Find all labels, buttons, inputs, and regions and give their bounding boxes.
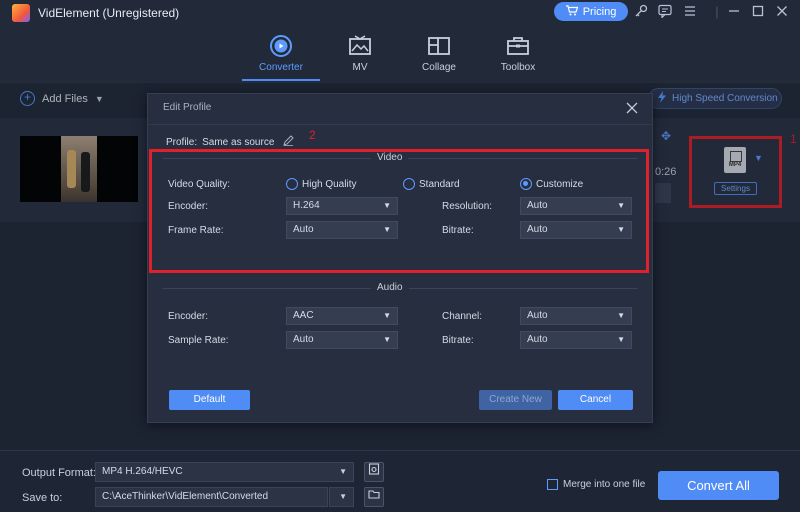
audio-encoder-select[interactable]: AAC ▼ <box>286 307 398 325</box>
save-to-path[interactable]: C:\AceThinker\VidElement\Converted <box>95 487 328 507</box>
default-button[interactable]: Default <box>169 390 250 410</box>
tab-collage-label: Collage <box>422 62 456 73</box>
tab-toolbox[interactable]: Toolbox <box>478 34 558 78</box>
radio-standard[interactable]: Standard <box>403 178 460 190</box>
app-window: VidElement (Unregistered) Pricing | Conv… <box>0 0 800 512</box>
audio-encoder-value: AAC <box>293 310 314 321</box>
video-quality-label: Video Quality: <box>168 179 231 190</box>
dialog-header-divider <box>148 124 652 125</box>
chevron-down-icon: ▼ <box>617 225 625 234</box>
tab-collage[interactable]: Collage <box>399 34 479 78</box>
frame-rate-label: Frame Rate: <box>168 225 224 236</box>
audio-bitrate-value: Auto <box>527 334 548 345</box>
frame-rate-select[interactable]: Auto ▼ <box>286 221 398 239</box>
cart-icon <box>565 4 579 19</box>
tab-converter[interactable]: Converter <box>241 34 321 78</box>
edit-pencil-icon[interactable] <box>283 135 295 149</box>
video-encoder-select[interactable]: H.264 ▼ <box>286 197 398 215</box>
save-to-value: C:\AceThinker\VidElement\Converted <box>102 491 269 502</box>
minimize-icon[interactable] <box>726 4 742 20</box>
chevron-down-icon: ▼ <box>617 201 625 210</box>
profile-row: Profile: Same as source <box>166 135 295 149</box>
video-bitrate-label: Bitrate: <box>442 225 474 236</box>
sample-rate-label: Sample Rate: <box>168 335 229 346</box>
video-encoder-label: Encoder: <box>168 201 209 212</box>
output-format-select[interactable]: MP4 H.264/HEVC ▼ <box>95 462 354 482</box>
chevron-down-icon: ▼ <box>617 335 625 344</box>
chevron-down-icon: ▼ <box>339 492 347 501</box>
chevron-down-icon: ▼ <box>383 311 391 320</box>
resolution-select[interactable]: Auto ▼ <box>520 197 632 215</box>
radio-circle[interactable] <box>403 178 415 190</box>
title-bar: VidElement (Unregistered) Pricing | <box>0 0 800 26</box>
folder-icon[interactable] <box>364 487 384 507</box>
active-tab-indicator <box>242 79 320 81</box>
format-settings-icon[interactable] <box>364 462 384 482</box>
radio-customize[interactable]: Customize <box>520 178 583 190</box>
video-bitrate-select[interactable]: Auto ▼ <box>520 221 632 239</box>
radio-customize-label: Customize <box>536 178 584 190</box>
close-icon[interactable] <box>774 4 790 20</box>
audio-encoder-label: Encoder: <box>168 311 209 322</box>
radio-high-quality[interactable]: High Quality <box>286 178 356 190</box>
radio-circle[interactable] <box>286 178 298 190</box>
converter-icon <box>269 34 293 58</box>
audio-bitrate-label: Bitrate: <box>442 335 474 346</box>
output-format-label: Output Format: <box>22 467 96 479</box>
feedback-icon[interactable] <box>657 4 673 20</box>
chevron-down-icon: ▼ <box>383 335 391 344</box>
save-to-dropdown[interactable]: ▼ <box>329 487 354 507</box>
tab-mv[interactable]: MV <box>320 34 400 78</box>
save-to-label: Save to: <box>22 492 63 504</box>
video-bitrate-value: Auto <box>527 224 548 235</box>
pricing-label: Pricing <box>582 5 617 18</box>
title-divider: | <box>715 4 719 19</box>
radio-high-quality-label: High Quality <box>302 178 357 190</box>
annotation-2: 2 <box>309 128 316 142</box>
resolution-value: Auto <box>527 200 548 211</box>
app-logo-icon <box>12 4 30 22</box>
merge-checkbox[interactable]: Merge into one file <box>547 479 645 490</box>
menu-icon[interactable] <box>682 4 698 20</box>
chevron-down-icon: ▼ <box>617 311 625 320</box>
profile-label: Profile: <box>166 136 198 148</box>
tab-mv-label: MV <box>352 62 368 73</box>
collage-icon <box>427 34 451 58</box>
dialog-title: Edit Profile <box>163 102 212 113</box>
chevron-down-icon: ▼ <box>383 225 391 234</box>
pricing-button[interactable]: Pricing <box>554 2 628 21</box>
radio-standard-label: Standard <box>419 178 460 190</box>
maximize-icon[interactable] <box>750 4 766 20</box>
cancel-button[interactable]: Cancel <box>558 390 633 410</box>
toolbox-icon <box>506 34 530 58</box>
audio-section-label: Audio <box>371 282 409 293</box>
sample-rate-value: Auto <box>293 334 314 345</box>
profile-value: Same as source <box>202 136 275 148</box>
dialog-close-icon[interactable] <box>626 98 638 119</box>
create-new-button[interactable]: Create New <box>479 390 552 410</box>
convert-all-button[interactable]: Convert All <box>658 471 779 500</box>
radio-circle-selected[interactable] <box>520 178 532 190</box>
sample-rate-select[interactable]: Auto ▼ <box>286 331 398 349</box>
tab-toolbox-label: Toolbox <box>500 62 536 73</box>
checkbox-box[interactable] <box>547 479 558 490</box>
frame-rate-value: Auto <box>293 224 314 235</box>
edit-profile-dialog: Edit Profile Profile: Same as source 2 V… <box>147 93 653 423</box>
channel-select[interactable]: Auto ▼ <box>520 307 632 325</box>
tab-converter-label: Converter <box>259 62 303 73</box>
chevron-down-icon: ▼ <box>339 467 347 476</box>
merge-label: Merge into one file <box>563 479 646 490</box>
audio-bitrate-select[interactable]: Auto ▼ <box>520 331 632 349</box>
output-format-value: MP4 H.264/HEVC <box>102 466 183 477</box>
app-title: VidElement (Unregistered) <box>38 6 180 20</box>
chevron-down-icon: ▼ <box>383 201 391 210</box>
channel-label: Channel: <box>442 311 483 322</box>
mv-icon <box>348 34 372 58</box>
key-icon[interactable] <box>633 4 649 20</box>
channel-value: Auto <box>527 310 548 321</box>
resolution-label: Resolution: <box>442 201 493 212</box>
video-encoder-value: H.264 <box>293 200 320 211</box>
